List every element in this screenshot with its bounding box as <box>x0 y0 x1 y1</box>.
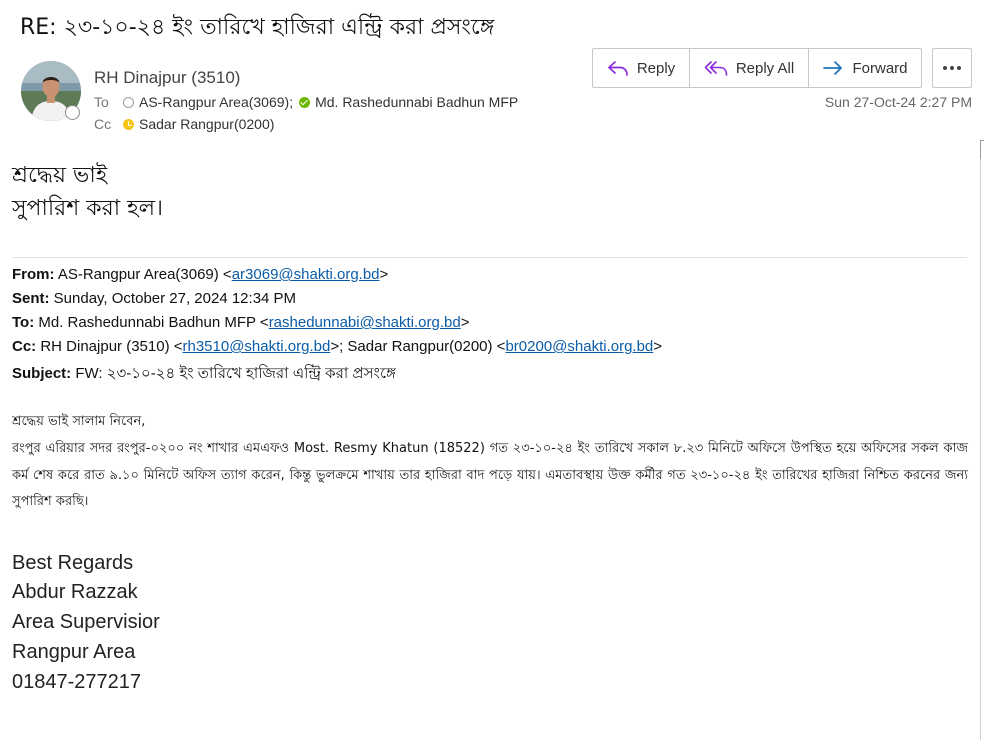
status-away-icon <box>123 118 134 130</box>
quoted-sent-value: Sunday, October 27, 2024 12:34 PM <box>49 290 297 307</box>
to-recipient-2[interactable]: Md. Rashedunnabi Badhun MFP <box>315 94 518 110</box>
forward-label: Forward <box>852 59 908 77</box>
more-dot <box>950 66 954 70</box>
quoted-cc-label: Cc: <box>12 338 37 355</box>
cc-recipients: Cc Sadar Rangpur(0200) <box>94 116 274 132</box>
quoted-to-line: To: Md. Rashedunnabi Badhun MFP <rashedu… <box>12 314 469 331</box>
message-date: Sun 27-Oct-24 2:27 PM <box>824 94 972 110</box>
quoted-sent-line: Sent: Sunday, October 27, 2024 12:34 PM <box>12 290 296 307</box>
bracket: > <box>460 314 470 331</box>
signature-regards: Best Regards <box>12 552 134 574</box>
quoted-to-label: To: <box>12 314 35 331</box>
quoted-cc-email-link-2[interactable]: br0200@shakti.org.bd <box>505 338 653 355</box>
reply-label: Reply <box>636 59 676 77</box>
reply-recommendation: সুপারিশ করা হল। <box>12 196 163 221</box>
quoted-subject-label: Subject: <box>12 365 72 382</box>
cc-recipient-1[interactable]: Sadar Rangpur(0200) <box>139 116 274 132</box>
reply-salutation: শ্রদ্ধেয় ভাই <box>12 163 108 188</box>
quoted-from-label: From: <box>12 266 55 283</box>
status-unknown-icon <box>123 96 134 108</box>
quote-divider <box>12 257 967 258</box>
quoted-to-name: Md. Rashedunnabi Badhun MFP < <box>34 314 269 331</box>
reply-all-button[interactable]: Reply All <box>690 49 809 87</box>
reply-all-icon <box>704 59 728 77</box>
quoted-from-line: From: AS-Rangpur Area(3069) <ar3069@shak… <box>12 266 388 283</box>
to-label: To <box>94 94 109 110</box>
bracket: > <box>379 266 389 283</box>
quoted-cc-name-1: RH Dinajpur (3510) < <box>36 338 183 355</box>
quoted-sent-label: Sent: <box>12 290 50 307</box>
to-recipients: To AS-Rangpur Area(3069); Md. Rashedunna… <box>94 94 518 110</box>
more-options-button[interactable] <box>932 48 972 88</box>
more-options-icon <box>943 66 947 70</box>
reply-icon <box>607 59 629 77</box>
forward-button[interactable]: Forward <box>809 49 921 87</box>
status-available-icon <box>299 96 311 108</box>
quoted-cc-separator: >; Sadar Rangpur(0200) < <box>330 338 506 355</box>
sender-name[interactable]: RH Dinajpur (3510) <box>94 68 240 88</box>
message-actions-toolbar: Reply Reply All Forward <box>592 48 922 88</box>
forward-arrow-icon <box>822 59 844 77</box>
vertical-scrollbar[interactable] <box>980 140 984 740</box>
quoted-greeting: শ্রদ্ধেয় ভাই সালাম নিবেন, <box>12 414 146 429</box>
quoted-paragraph: রংপুর এরিয়ার সদর রংপুর-০২০০ নং শাখার এম… <box>12 441 968 509</box>
more-dot <box>957 66 961 70</box>
reply-all-label: Reply All <box>735 59 795 77</box>
quoted-from-email-link[interactable]: ar3069@shakti.org.bd <box>232 266 380 283</box>
signature-area: Rangpur Area <box>12 641 136 663</box>
signature-title: Area Supervisior <box>12 611 160 633</box>
quoted-from-name: AS-Rangpur Area(3069) < <box>54 266 232 283</box>
quoted-cc-email-link-1[interactable]: rh3510@shakti.org.bd <box>183 338 331 355</box>
quoted-subject-line: Subject: FW: ২৩-১০-২৪ ইং তারিখে হাজিরা এ… <box>12 362 396 387</box>
signature-name: Abdur Razzak <box>12 581 138 603</box>
quoted-cc-line: Cc: RH Dinajpur (3510) <rh3510@shakti.or… <box>12 338 662 355</box>
bracket: > <box>653 338 663 355</box>
quoted-to-email-link[interactable]: rashedunnabi@shakti.org.bd <box>269 314 461 331</box>
cc-label: Cc <box>94 116 112 132</box>
reply-button[interactable]: Reply <box>593 49 690 87</box>
presence-status-icon <box>65 105 80 120</box>
signature-phone: 01847-277217 <box>12 671 142 693</box>
quoted-subject-value: FW: ২৩-১০-২৪ ইং তারিখে হাজিরা এন্ট্রি কর… <box>71 365 396 382</box>
to-recipient-1[interactable]: AS-Rangpur Area(3069); <box>139 94 293 110</box>
message-subject: RE: ২৩-১০-২৪ ইং তারিখে হাজিরা এন্ট্রি কর… <box>20 15 495 40</box>
